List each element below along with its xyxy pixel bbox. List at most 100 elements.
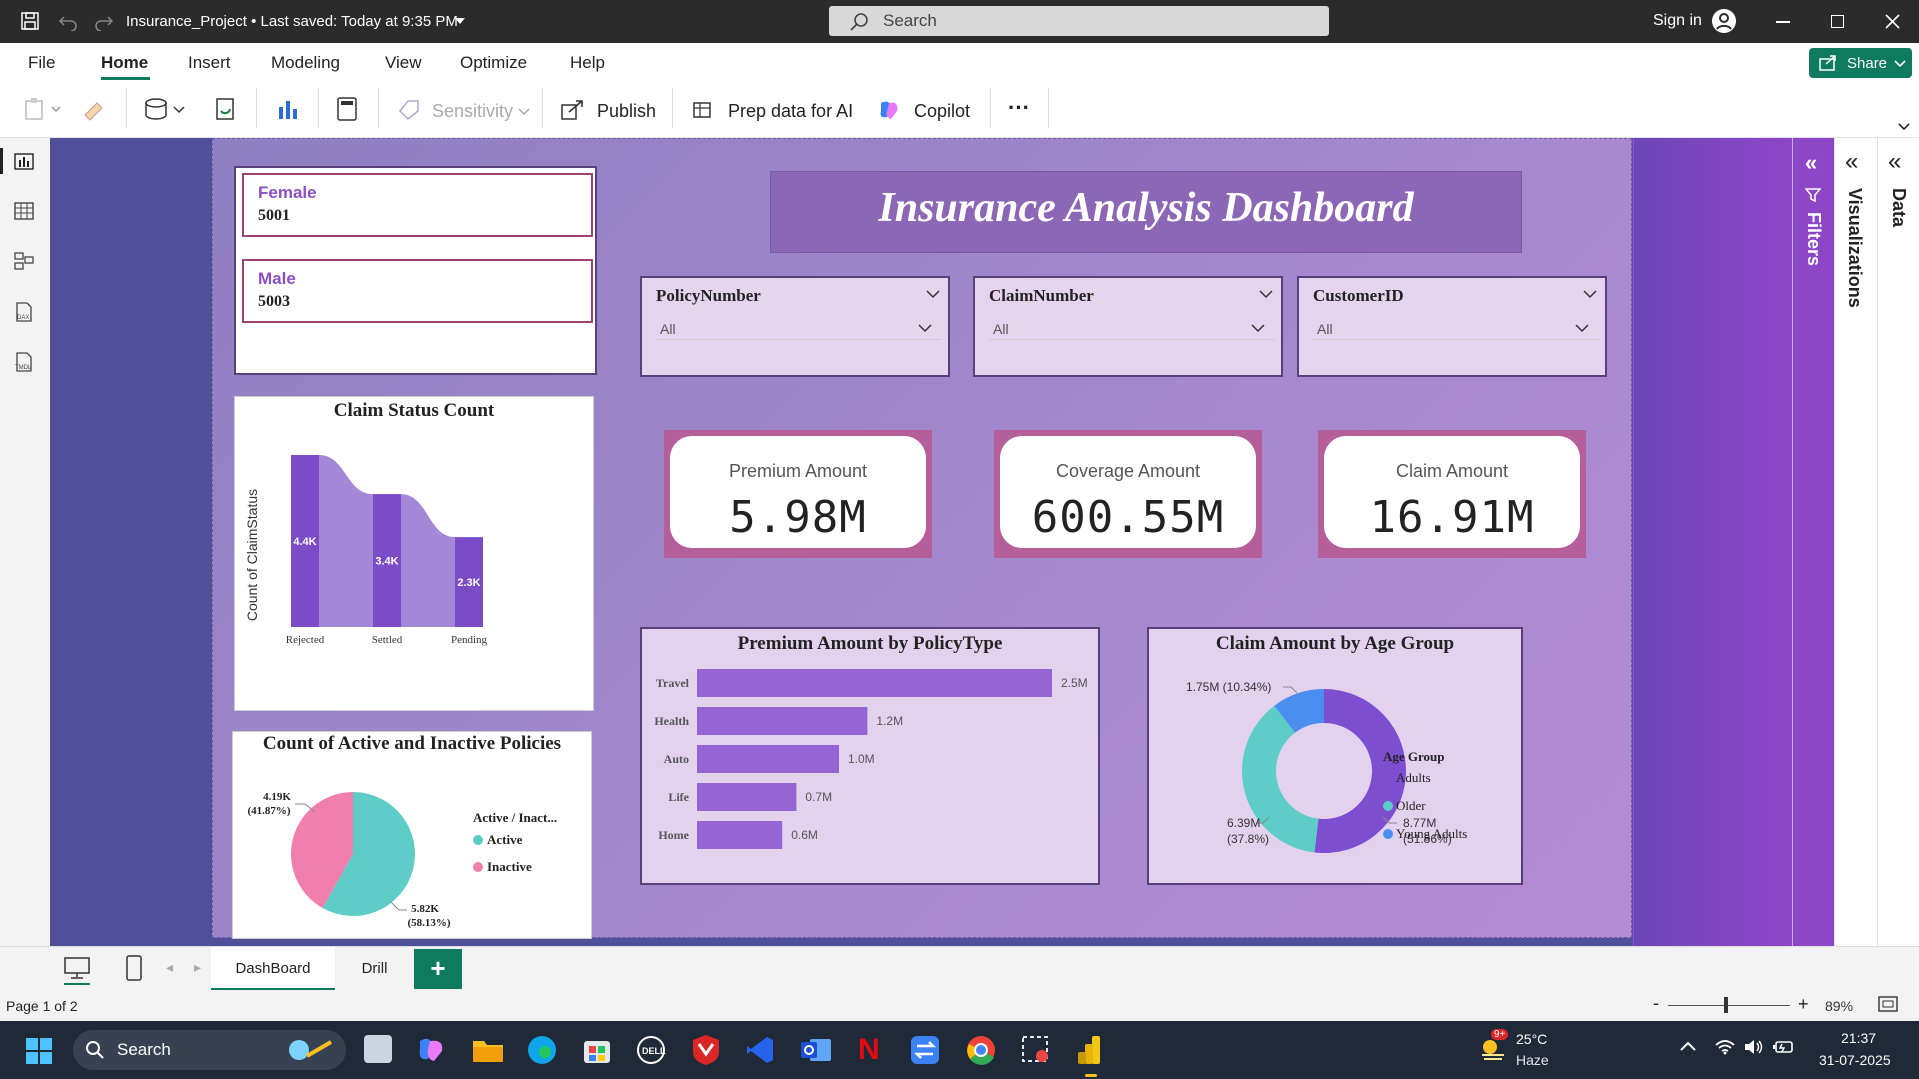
slicer-customerid[interactable]: CustomerID All [1297,276,1607,377]
window-title[interactable]: Insurance_Project • Last saved: Today at… [126,13,458,30]
windows-start-icon[interactable] [26,1038,52,1064]
expand-filters-icon[interactable]: « [1805,150,1817,176]
claim-by-age-group-chart[interactable]: Claim Amount by Age Group 1.75M (10.34%)… [1147,627,1523,885]
refresh-icon[interactable] [214,97,238,121]
sensitivity-label[interactable]: Sensitivity [432,101,513,122]
menu-insert[interactable]: Insert [188,53,231,73]
copilot-button[interactable]: Copilot [914,101,970,122]
format-painter-icon[interactable] [82,97,106,121]
maximize-icon[interactable] [1831,15,1844,28]
publish-button[interactable]: Publish [597,101,656,122]
scroll-right-icon[interactable]: ▸ [194,959,201,976]
dell-icon[interactable]: DELL [636,1035,666,1065]
publish-icon[interactable] [561,99,585,121]
redo-icon[interactable] [94,11,114,31]
menu-file[interactable]: File [28,53,55,73]
kpi-coverage-amount[interactable]: Coverage Amount 600.55M [994,430,1262,558]
sensitivity-icon[interactable] [398,99,420,121]
report-view-icon[interactable] [14,152,34,170]
data-pane-label[interactable]: Data [1888,188,1909,227]
snipping-tool-icon[interactable] [1020,1034,1052,1066]
slicer-dropdown[interactable]: All [1313,316,1599,340]
zoom-out-button[interactable]: - [1653,993,1659,1014]
menu-help[interactable]: Help [570,53,605,73]
add-page-button[interactable]: + [414,949,462,989]
microsoft-store-icon[interactable] [582,1035,612,1065]
chevron-down-icon[interactable] [1259,290,1273,299]
clock-date[interactable]: 31-07-2025 [1819,1052,1891,1068]
outlook-icon[interactable] [800,1035,832,1065]
mobile-layout-icon[interactable] [126,955,142,981]
menu-view[interactable]: View [385,53,422,73]
get-data-icon[interactable] [144,97,190,121]
paste-icon[interactable] [24,97,64,121]
chevron-down-icon[interactable] [926,290,940,299]
dax-query-icon[interactable]: DAX [14,302,34,322]
zoom-level[interactable]: 89% [1825,998,1853,1014]
desktop-layout-icon[interactable] [64,957,90,979]
edge-browser-icon[interactable] [527,1035,557,1065]
file-explorer-icon[interactable] [472,1037,504,1063]
expand-visualizations-icon[interactable]: « [1845,148,1858,176]
copilot-icon[interactable] [877,99,901,121]
filters-pane-collapsed[interactable]: « Filters [1792,138,1834,946]
male-card[interactable]: Male 5003 [242,259,593,323]
chevron-down-icon[interactable] [454,16,466,26]
powerbi-icon[interactable] [1076,1034,1106,1066]
zoom-in-button[interactable]: + [1798,994,1809,1015]
kpi-premium-amount[interactable]: Premium Amount 5.98M [664,430,932,558]
slicer-dropdown[interactable]: All [989,316,1275,340]
filters-pane-label[interactable]: Filters [1803,212,1824,266]
kpi-claim-amount[interactable]: Claim Amount 16.91M [1318,430,1586,558]
mcafee-icon[interactable] [691,1034,721,1066]
tab-drill[interactable]: Drill [337,947,412,991]
menu-optimize[interactable]: Optimize [460,53,527,73]
fit-to-page-icon[interactable] [1878,996,1898,1012]
collapse-ribbon-icon[interactable] [1898,123,1910,131]
share-button[interactable]: Share [1809,48,1912,78]
premium-by-policytype-chart[interactable]: Premium Amount by PolicyType Travel 2.5M H… [640,627,1100,885]
taskbar-search[interactable]: Search [73,1030,346,1070]
prep-data-icon[interactable] [692,99,714,121]
menu-modeling[interactable]: Modeling [271,53,340,73]
undo-icon[interactable] [58,11,78,31]
save-icon[interactable] [20,11,40,31]
menu-home[interactable]: Home [101,53,148,73]
prep-data-button[interactable]: Prep data for AI [728,101,853,122]
chevron-down-icon[interactable] [518,108,530,116]
zoom-slider-thumb[interactable] [1724,997,1729,1013]
clock-time[interactable]: 21:37 [1841,1030,1876,1046]
chevron-up-icon[interactable] [1680,1041,1696,1051]
female-card[interactable]: Female 5001 [242,173,593,237]
volume-icon[interactable] [1744,1039,1764,1055]
tmdl-view-icon[interactable]: TMDL [14,352,36,372]
table-view-icon[interactable] [14,202,34,220]
chevron-down-icon[interactable] [1583,290,1597,299]
scroll-left-icon[interactable]: ◂ [166,959,173,976]
model-view-icon[interactable] [14,252,34,270]
tab-dashboard[interactable]: DashBoard [211,947,335,991]
battery-icon[interactable] [1773,1039,1795,1055]
switch-app-icon[interactable] [910,1035,940,1065]
slicer-policynumber[interactable]: PolicyNumber All [640,276,950,377]
account-icon[interactable] [1711,8,1737,34]
claim-status-chart[interactable]: Claim Status Count Count of ClaimStatus … [234,396,594,711]
task-view-icon[interactable] [364,1035,392,1063]
copilot-app-icon[interactable] [416,1035,446,1065]
slicer-dropdown[interactable]: All [656,316,942,340]
calculator-icon[interactable] [336,97,358,121]
active-inactive-chart[interactable]: Count of Active and Inactive Policies 4.… [232,731,592,939]
zoom-slider-track[interactable] [1668,1005,1790,1006]
netflix-icon[interactable]: N [858,1033,880,1067]
weather-desc[interactable]: Haze [1516,1052,1549,1068]
expand-data-icon[interactable]: « [1888,148,1901,176]
visualizations-pane-label[interactable]: Visualizations [1844,188,1865,308]
slicer-claimnumber[interactable]: ClaimNumber All [973,276,1283,377]
chrome-icon[interactable] [966,1035,996,1065]
minimize-icon[interactable] [1776,21,1790,23]
more-options-button[interactable]: ··· [1008,95,1030,121]
search-input[interactable]: Search [829,6,1329,36]
weather-temp[interactable]: 25°C [1516,1031,1547,1047]
sign-in-link[interactable]: Sign in [1653,12,1702,30]
vscode-icon[interactable] [745,1035,775,1065]
